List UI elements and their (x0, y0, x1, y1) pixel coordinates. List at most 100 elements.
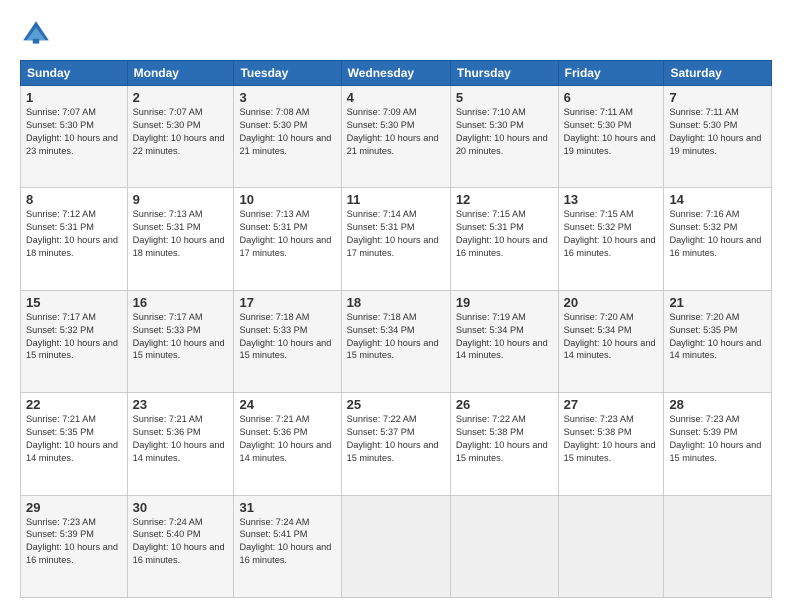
day-detail: Sunrise: 7:13 AMSunset: 5:31 PMDaylight:… (239, 208, 335, 260)
day-number: 24 (239, 397, 335, 412)
day-cell-27: 27Sunrise: 7:23 AMSunset: 5:38 PMDayligh… (558, 393, 664, 495)
day-number: 23 (133, 397, 229, 412)
day-detail: Sunrise: 7:12 AMSunset: 5:31 PMDaylight:… (26, 208, 122, 260)
logo-icon (20, 18, 52, 50)
day-number: 3 (239, 90, 335, 105)
day-cell-13: 13Sunrise: 7:15 AMSunset: 5:32 PMDayligh… (558, 188, 664, 290)
day-number: 1 (26, 90, 122, 105)
day-cell-3: 3Sunrise: 7:08 AMSunset: 5:30 PMDaylight… (234, 86, 341, 188)
col-header-saturday: Saturday (664, 61, 772, 86)
day-number: 12 (456, 192, 553, 207)
day-cell-14: 14Sunrise: 7:16 AMSunset: 5:32 PMDayligh… (664, 188, 772, 290)
day-cell-18: 18Sunrise: 7:18 AMSunset: 5:34 PMDayligh… (341, 290, 450, 392)
col-header-friday: Friday (558, 61, 664, 86)
day-number: 14 (669, 192, 766, 207)
day-number: 15 (26, 295, 122, 310)
day-number: 28 (669, 397, 766, 412)
calendar-table: SundayMondayTuesdayWednesdayThursdayFrid… (20, 60, 772, 598)
day-detail: Sunrise: 7:15 AMSunset: 5:31 PMDaylight:… (456, 208, 553, 260)
day-detail: Sunrise: 7:17 AMSunset: 5:32 PMDaylight:… (26, 311, 122, 363)
day-number: 22 (26, 397, 122, 412)
empty-cell (341, 495, 450, 597)
day-number: 7 (669, 90, 766, 105)
day-cell-9: 9Sunrise: 7:13 AMSunset: 5:31 PMDaylight… (127, 188, 234, 290)
day-number: 6 (564, 90, 659, 105)
header (20, 18, 772, 50)
day-cell-19: 19Sunrise: 7:19 AMSunset: 5:34 PMDayligh… (450, 290, 558, 392)
day-detail: Sunrise: 7:22 AMSunset: 5:38 PMDaylight:… (456, 413, 553, 465)
day-detail: Sunrise: 7:11 AMSunset: 5:30 PMDaylight:… (564, 106, 659, 158)
day-cell-24: 24Sunrise: 7:21 AMSunset: 5:36 PMDayligh… (234, 393, 341, 495)
day-cell-4: 4Sunrise: 7:09 AMSunset: 5:30 PMDaylight… (341, 86, 450, 188)
col-header-thursday: Thursday (450, 61, 558, 86)
day-cell-22: 22Sunrise: 7:21 AMSunset: 5:35 PMDayligh… (21, 393, 128, 495)
day-cell-8: 8Sunrise: 7:12 AMSunset: 5:31 PMDaylight… (21, 188, 128, 290)
day-cell-28: 28Sunrise: 7:23 AMSunset: 5:39 PMDayligh… (664, 393, 772, 495)
day-cell-17: 17Sunrise: 7:18 AMSunset: 5:33 PMDayligh… (234, 290, 341, 392)
day-number: 21 (669, 295, 766, 310)
day-cell-25: 25Sunrise: 7:22 AMSunset: 5:37 PMDayligh… (341, 393, 450, 495)
day-detail: Sunrise: 7:23 AMSunset: 5:38 PMDaylight:… (564, 413, 659, 465)
week-row-5: 29Sunrise: 7:23 AMSunset: 5:39 PMDayligh… (21, 495, 772, 597)
day-detail: Sunrise: 7:09 AMSunset: 5:30 PMDaylight:… (347, 106, 445, 158)
day-cell-11: 11Sunrise: 7:14 AMSunset: 5:31 PMDayligh… (341, 188, 450, 290)
day-cell-15: 15Sunrise: 7:17 AMSunset: 5:32 PMDayligh… (21, 290, 128, 392)
day-detail: Sunrise: 7:23 AMSunset: 5:39 PMDaylight:… (669, 413, 766, 465)
day-detail: Sunrise: 7:07 AMSunset: 5:30 PMDaylight:… (133, 106, 229, 158)
week-row-3: 15Sunrise: 7:17 AMSunset: 5:32 PMDayligh… (21, 290, 772, 392)
day-detail: Sunrise: 7:20 AMSunset: 5:35 PMDaylight:… (669, 311, 766, 363)
day-cell-6: 6Sunrise: 7:11 AMSunset: 5:30 PMDaylight… (558, 86, 664, 188)
day-number: 18 (347, 295, 445, 310)
day-number: 5 (456, 90, 553, 105)
day-detail: Sunrise: 7:16 AMSunset: 5:32 PMDaylight:… (669, 208, 766, 260)
day-detail: Sunrise: 7:22 AMSunset: 5:37 PMDaylight:… (347, 413, 445, 465)
day-cell-23: 23Sunrise: 7:21 AMSunset: 5:36 PMDayligh… (127, 393, 234, 495)
empty-cell (450, 495, 558, 597)
day-detail: Sunrise: 7:08 AMSunset: 5:30 PMDaylight:… (239, 106, 335, 158)
day-detail: Sunrise: 7:23 AMSunset: 5:39 PMDaylight:… (26, 516, 122, 568)
day-detail: Sunrise: 7:17 AMSunset: 5:33 PMDaylight:… (133, 311, 229, 363)
day-number: 31 (239, 500, 335, 515)
day-detail: Sunrise: 7:24 AMSunset: 5:41 PMDaylight:… (239, 516, 335, 568)
day-detail: Sunrise: 7:14 AMSunset: 5:31 PMDaylight:… (347, 208, 445, 260)
logo (20, 18, 56, 50)
day-cell-7: 7Sunrise: 7:11 AMSunset: 5:30 PMDaylight… (664, 86, 772, 188)
week-row-4: 22Sunrise: 7:21 AMSunset: 5:35 PMDayligh… (21, 393, 772, 495)
day-cell-10: 10Sunrise: 7:13 AMSunset: 5:31 PMDayligh… (234, 188, 341, 290)
day-cell-31: 31Sunrise: 7:24 AMSunset: 5:41 PMDayligh… (234, 495, 341, 597)
day-detail: Sunrise: 7:21 AMSunset: 5:36 PMDaylight:… (239, 413, 335, 465)
calendar-page: SundayMondayTuesdayWednesdayThursdayFrid… (0, 0, 792, 612)
day-number: 13 (564, 192, 659, 207)
day-cell-5: 5Sunrise: 7:10 AMSunset: 5:30 PMDaylight… (450, 86, 558, 188)
day-number: 30 (133, 500, 229, 515)
day-cell-30: 30Sunrise: 7:24 AMSunset: 5:40 PMDayligh… (127, 495, 234, 597)
col-header-tuesday: Tuesday (234, 61, 341, 86)
day-number: 11 (347, 192, 445, 207)
day-detail: Sunrise: 7:15 AMSunset: 5:32 PMDaylight:… (564, 208, 659, 260)
day-detail: Sunrise: 7:13 AMSunset: 5:31 PMDaylight:… (133, 208, 229, 260)
day-detail: Sunrise: 7:24 AMSunset: 5:40 PMDaylight:… (133, 516, 229, 568)
day-cell-16: 16Sunrise: 7:17 AMSunset: 5:33 PMDayligh… (127, 290, 234, 392)
day-number: 25 (347, 397, 445, 412)
day-detail: Sunrise: 7:21 AMSunset: 5:35 PMDaylight:… (26, 413, 122, 465)
week-row-2: 8Sunrise: 7:12 AMSunset: 5:31 PMDaylight… (21, 188, 772, 290)
day-number: 16 (133, 295, 229, 310)
col-header-sunday: Sunday (21, 61, 128, 86)
day-number: 2 (133, 90, 229, 105)
day-cell-20: 20Sunrise: 7:20 AMSunset: 5:34 PMDayligh… (558, 290, 664, 392)
day-detail: Sunrise: 7:19 AMSunset: 5:34 PMDaylight:… (456, 311, 553, 363)
day-cell-21: 21Sunrise: 7:20 AMSunset: 5:35 PMDayligh… (664, 290, 772, 392)
empty-cell (558, 495, 664, 597)
col-header-wednesday: Wednesday (341, 61, 450, 86)
day-cell-2: 2Sunrise: 7:07 AMSunset: 5:30 PMDaylight… (127, 86, 234, 188)
day-number: 19 (456, 295, 553, 310)
col-header-monday: Monday (127, 61, 234, 86)
day-detail: Sunrise: 7:10 AMSunset: 5:30 PMDaylight:… (456, 106, 553, 158)
day-number: 8 (26, 192, 122, 207)
week-row-1: 1 Sunrise: 7:07 AMSunset: 5:30 PMDaylight… (21, 86, 772, 188)
day-detail: Sunrise: 7:20 AMSunset: 5:34 PMDaylight:… (564, 311, 659, 363)
header-row: SundayMondayTuesdayWednesdayThursdayFrid… (21, 61, 772, 86)
day-number: 26 (456, 397, 553, 412)
day-number: 4 (347, 90, 445, 105)
day-detail: Sunrise: 7:11 AMSunset: 5:30 PMDaylight:… (669, 106, 766, 158)
